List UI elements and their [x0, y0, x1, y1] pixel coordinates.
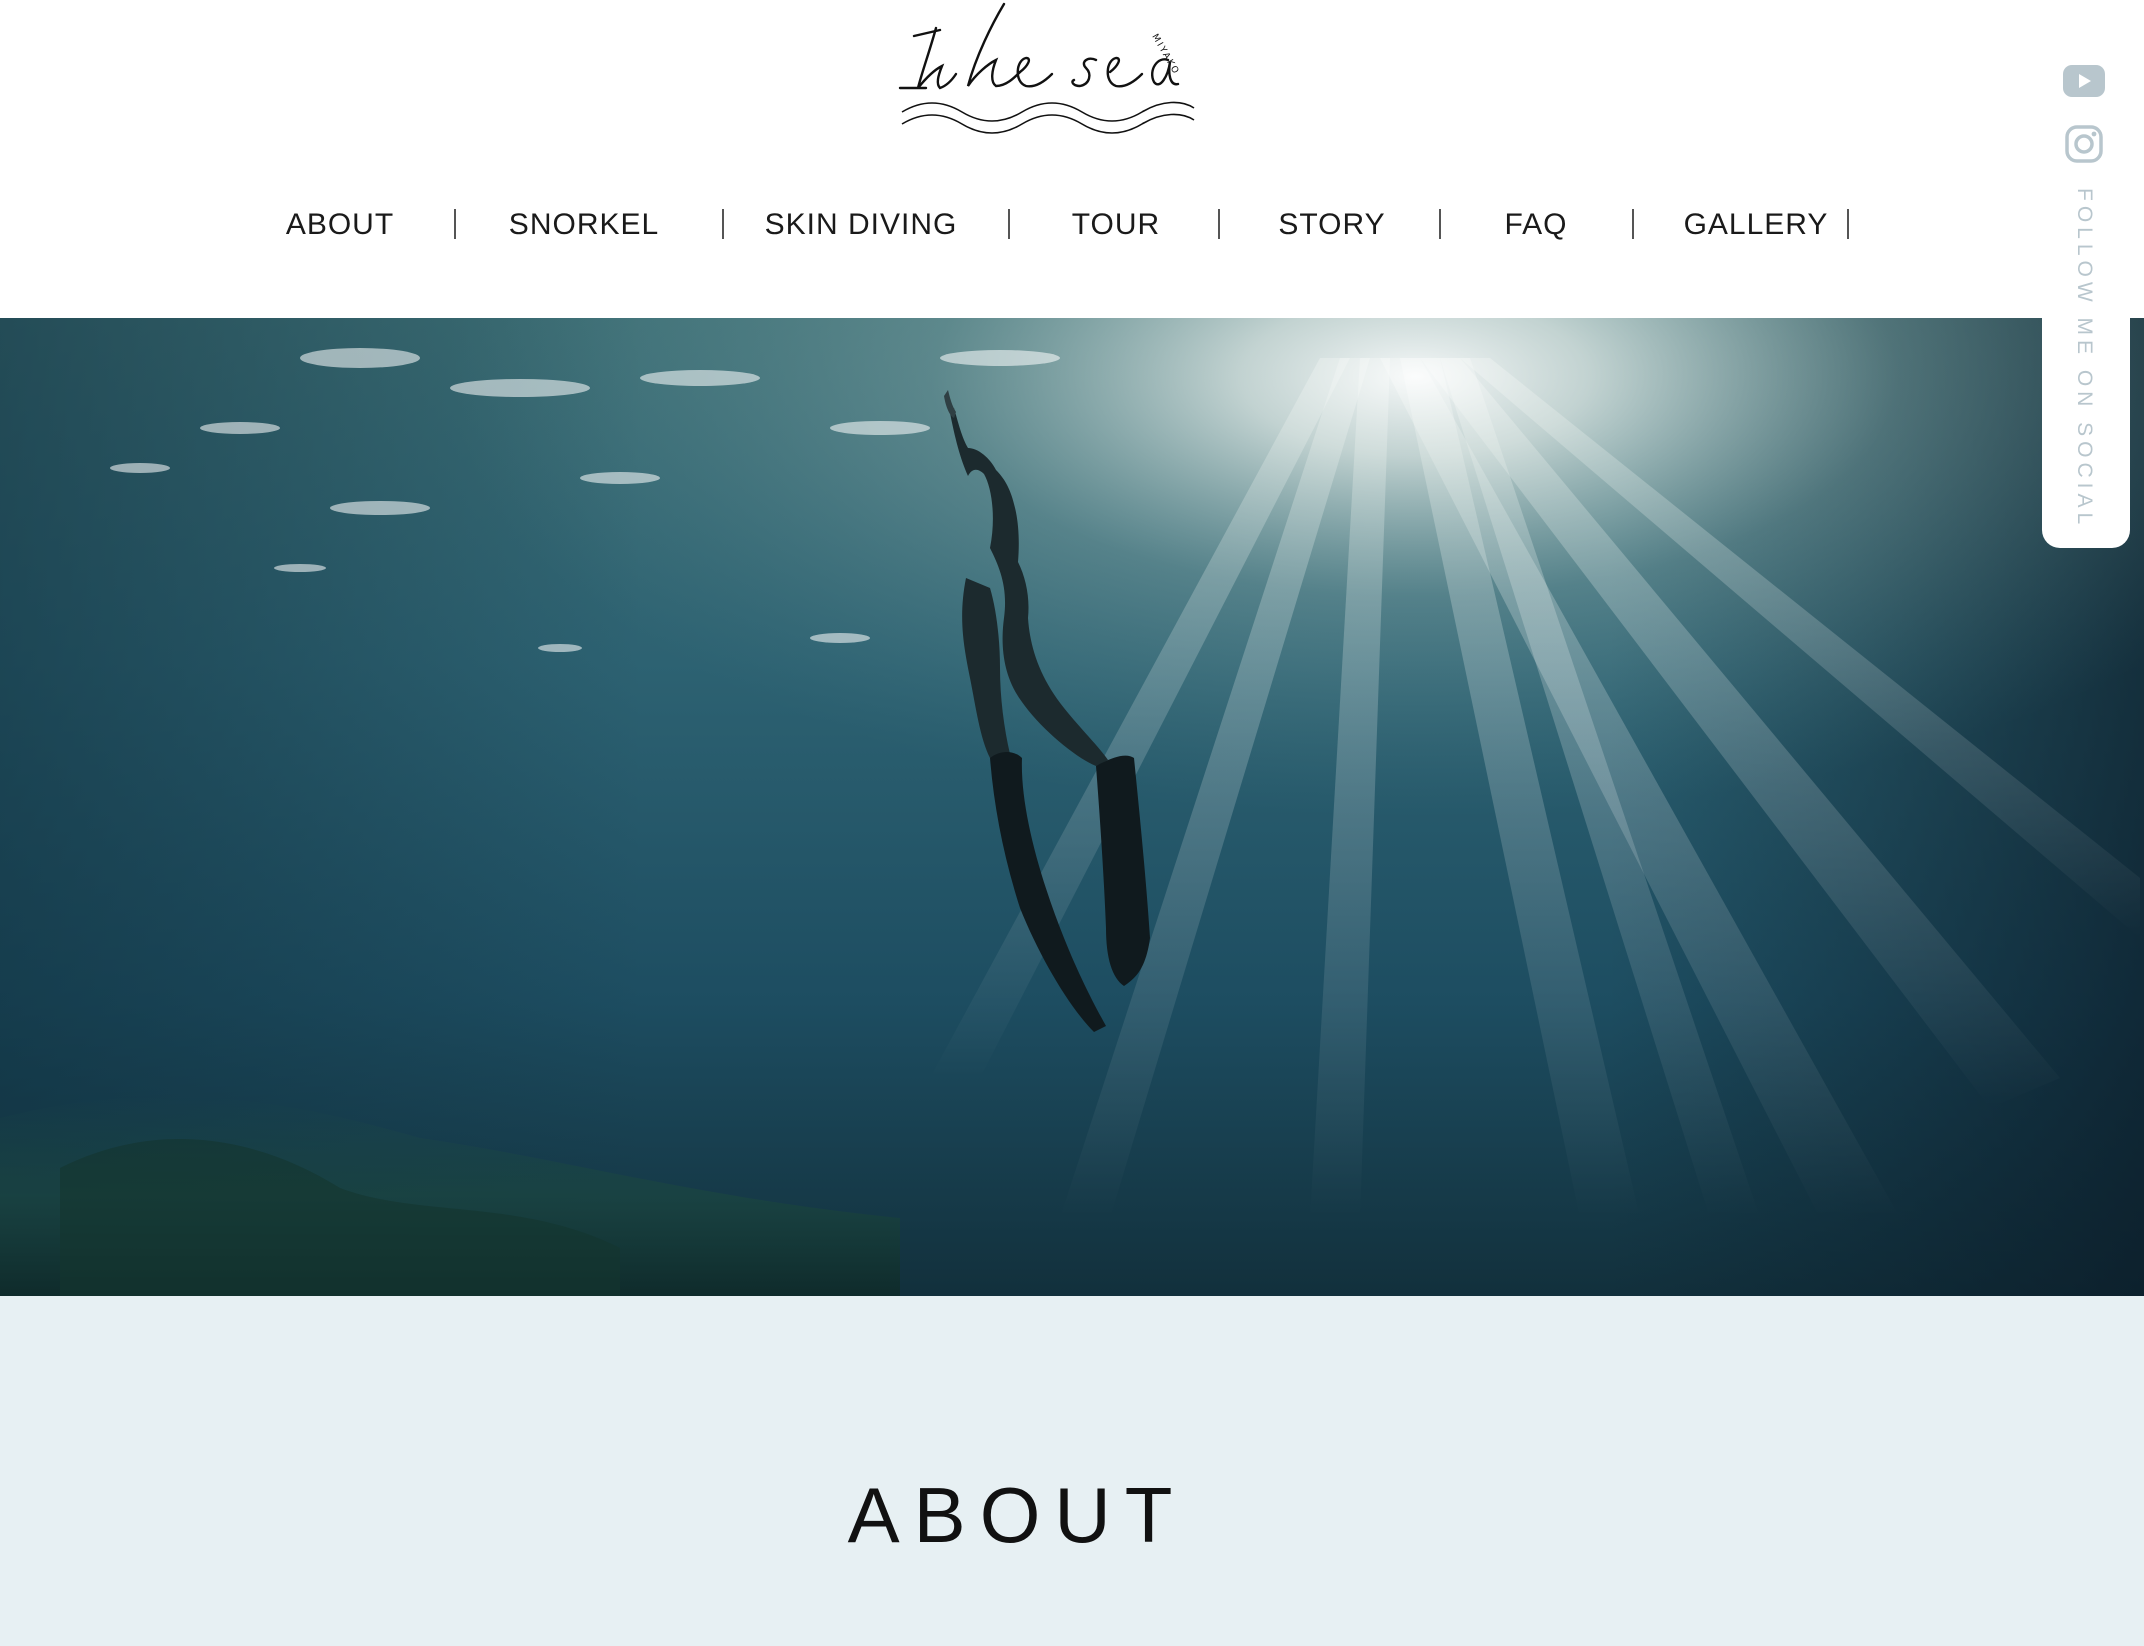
svg-text:MIYAKO: MIYAKO [1149, 33, 1181, 78]
follow-me-on-social-label: FOLLOW ME ON SOCIAL [2073, 188, 2096, 530]
logo-image: MIYAKO [898, 2, 1195, 134]
nav-divider [1218, 209, 1220, 239]
underwater-freediver-photo [0, 318, 2144, 1296]
nav-skin-diving[interactable]: SKIN DIVING [765, 198, 958, 252]
site-logo[interactable]: MIYAKO [896, 0, 1200, 136]
nav-divider [1439, 209, 1441, 239]
nav-divider [722, 209, 724, 239]
nav-faq[interactable]: FAQ [1504, 198, 1567, 252]
hero-image [0, 318, 2144, 1296]
nav-divider [1632, 209, 1634, 239]
nav-tour[interactable]: TOUR [1072, 198, 1160, 252]
about-section: ABOUT [0, 1296, 2144, 1646]
site-header: MIYAKO ABOUT SNORKEL SKIN DIVING TOUR ST… [0, 0, 2144, 318]
nav-divider [1008, 209, 1010, 239]
nav-divider [454, 209, 456, 239]
nav-snorkel[interactable]: SNORKEL [509, 198, 659, 252]
nav-gallery[interactable]: GALLERY [1684, 198, 1829, 252]
nav-divider [1847, 209, 1849, 239]
youtube-icon[interactable] [2062, 64, 2106, 98]
instagram-icon[interactable] [2064, 124, 2104, 164]
main-nav: ABOUT SNORKEL SKIN DIVING TOUR STORY FAQ… [0, 198, 2144, 252]
social-rail: FOLLOW ME ON SOCIAL [2042, 44, 2130, 548]
nav-story[interactable]: STORY [1278, 198, 1385, 252]
about-heading: ABOUT [847, 1471, 1187, 1559]
nav-about[interactable]: ABOUT [286, 198, 394, 252]
